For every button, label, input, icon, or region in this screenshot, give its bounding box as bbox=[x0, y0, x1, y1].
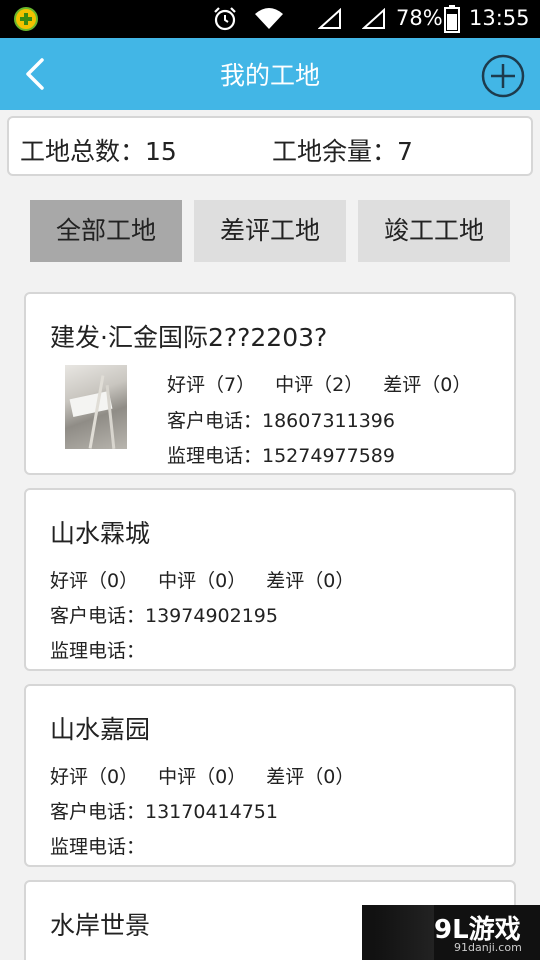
supervisor-phone: 监理电话： bbox=[50, 640, 146, 662]
site-card[interactable]: 山水嘉园 好评（0） 中评（0） 差评（0） 客户电话：13170414751 … bbox=[24, 684, 516, 867]
total-sites: 工地总数：15 bbox=[20, 137, 177, 166]
good-rating: 好评（7） bbox=[167, 374, 256, 396]
good-rating: 好评（0） bbox=[50, 570, 139, 592]
site-summary: 工地总数：15 工地余量：7 bbox=[7, 116, 533, 176]
client-phone: 客户电话：13170414751 bbox=[50, 801, 278, 823]
medium-rating: 中评（0） bbox=[158, 766, 247, 788]
client-phone: 客户电话：13974902195 bbox=[50, 605, 278, 627]
client-phone: 客户电话：18607311396 bbox=[167, 410, 395, 432]
site-name: 水岸世景 bbox=[50, 911, 151, 940]
medium-rating: 中评（2） bbox=[275, 374, 364, 396]
rating-row: 好评（7） 中评（2） 差评（0） bbox=[167, 370, 471, 397]
battery-icon bbox=[444, 5, 460, 33]
add-icon[interactable] bbox=[481, 54, 525, 98]
remaining-sites: 工地余量：7 bbox=[272, 137, 413, 166]
battery-percent: 78% bbox=[396, 6, 443, 30]
watermark-url: 91danji.com bbox=[454, 941, 522, 954]
supervisor-phone: 监理电话： bbox=[50, 836, 146, 858]
app-notification-icon bbox=[14, 7, 38, 31]
site-card[interactable]: 建发·汇金国际2??2203? 好评（7） 中评（2） 差评（0） 客户电话：1… bbox=[24, 292, 516, 475]
page-title: 我的工地 bbox=[219, 61, 320, 90]
supervisor-phone: 监理电话：15274977589 bbox=[167, 445, 395, 467]
alarm-icon bbox=[214, 7, 236, 31]
clock: 13:55 bbox=[469, 6, 530, 30]
bad-rating: 差评（0） bbox=[266, 766, 355, 788]
tab-completed-sites[interactable]: 竣工工地 bbox=[358, 200, 510, 262]
site-name: 山水霖城 bbox=[50, 519, 151, 548]
app-header: 我的工地 bbox=[0, 38, 540, 110]
medium-rating: 中评（0） bbox=[158, 570, 247, 592]
wifi-icon bbox=[255, 8, 283, 29]
site-card[interactable]: 山水霖城 好评（0） 中评（0） 差评（0） 客户电话：13974902195 … bbox=[24, 488, 516, 671]
tab-bad-review-sites[interactable]: 差评工地 bbox=[194, 200, 346, 262]
rating-row: 好评（0） 中评（0） 差评（0） bbox=[50, 566, 354, 593]
good-rating: 好评（0） bbox=[50, 766, 139, 788]
signal-icon bbox=[318, 8, 341, 29]
watermark: 9L游戏 91danji.com bbox=[362, 905, 540, 960]
bad-rating: 差评（0） bbox=[266, 570, 355, 592]
bad-rating: 差评（0） bbox=[383, 374, 472, 396]
site-name: 建发·汇金国际2??2203? bbox=[50, 323, 328, 352]
status-bar: 78% 13:55 bbox=[0, 0, 540, 38]
rating-row: 好评（0） 中评（0） 差评（0） bbox=[50, 762, 354, 789]
site-name: 山水嘉园 bbox=[50, 715, 151, 744]
site-photo bbox=[65, 365, 127, 449]
tab-all-sites[interactable]: 全部工地 bbox=[30, 200, 182, 262]
signal-2-icon bbox=[362, 8, 385, 29]
